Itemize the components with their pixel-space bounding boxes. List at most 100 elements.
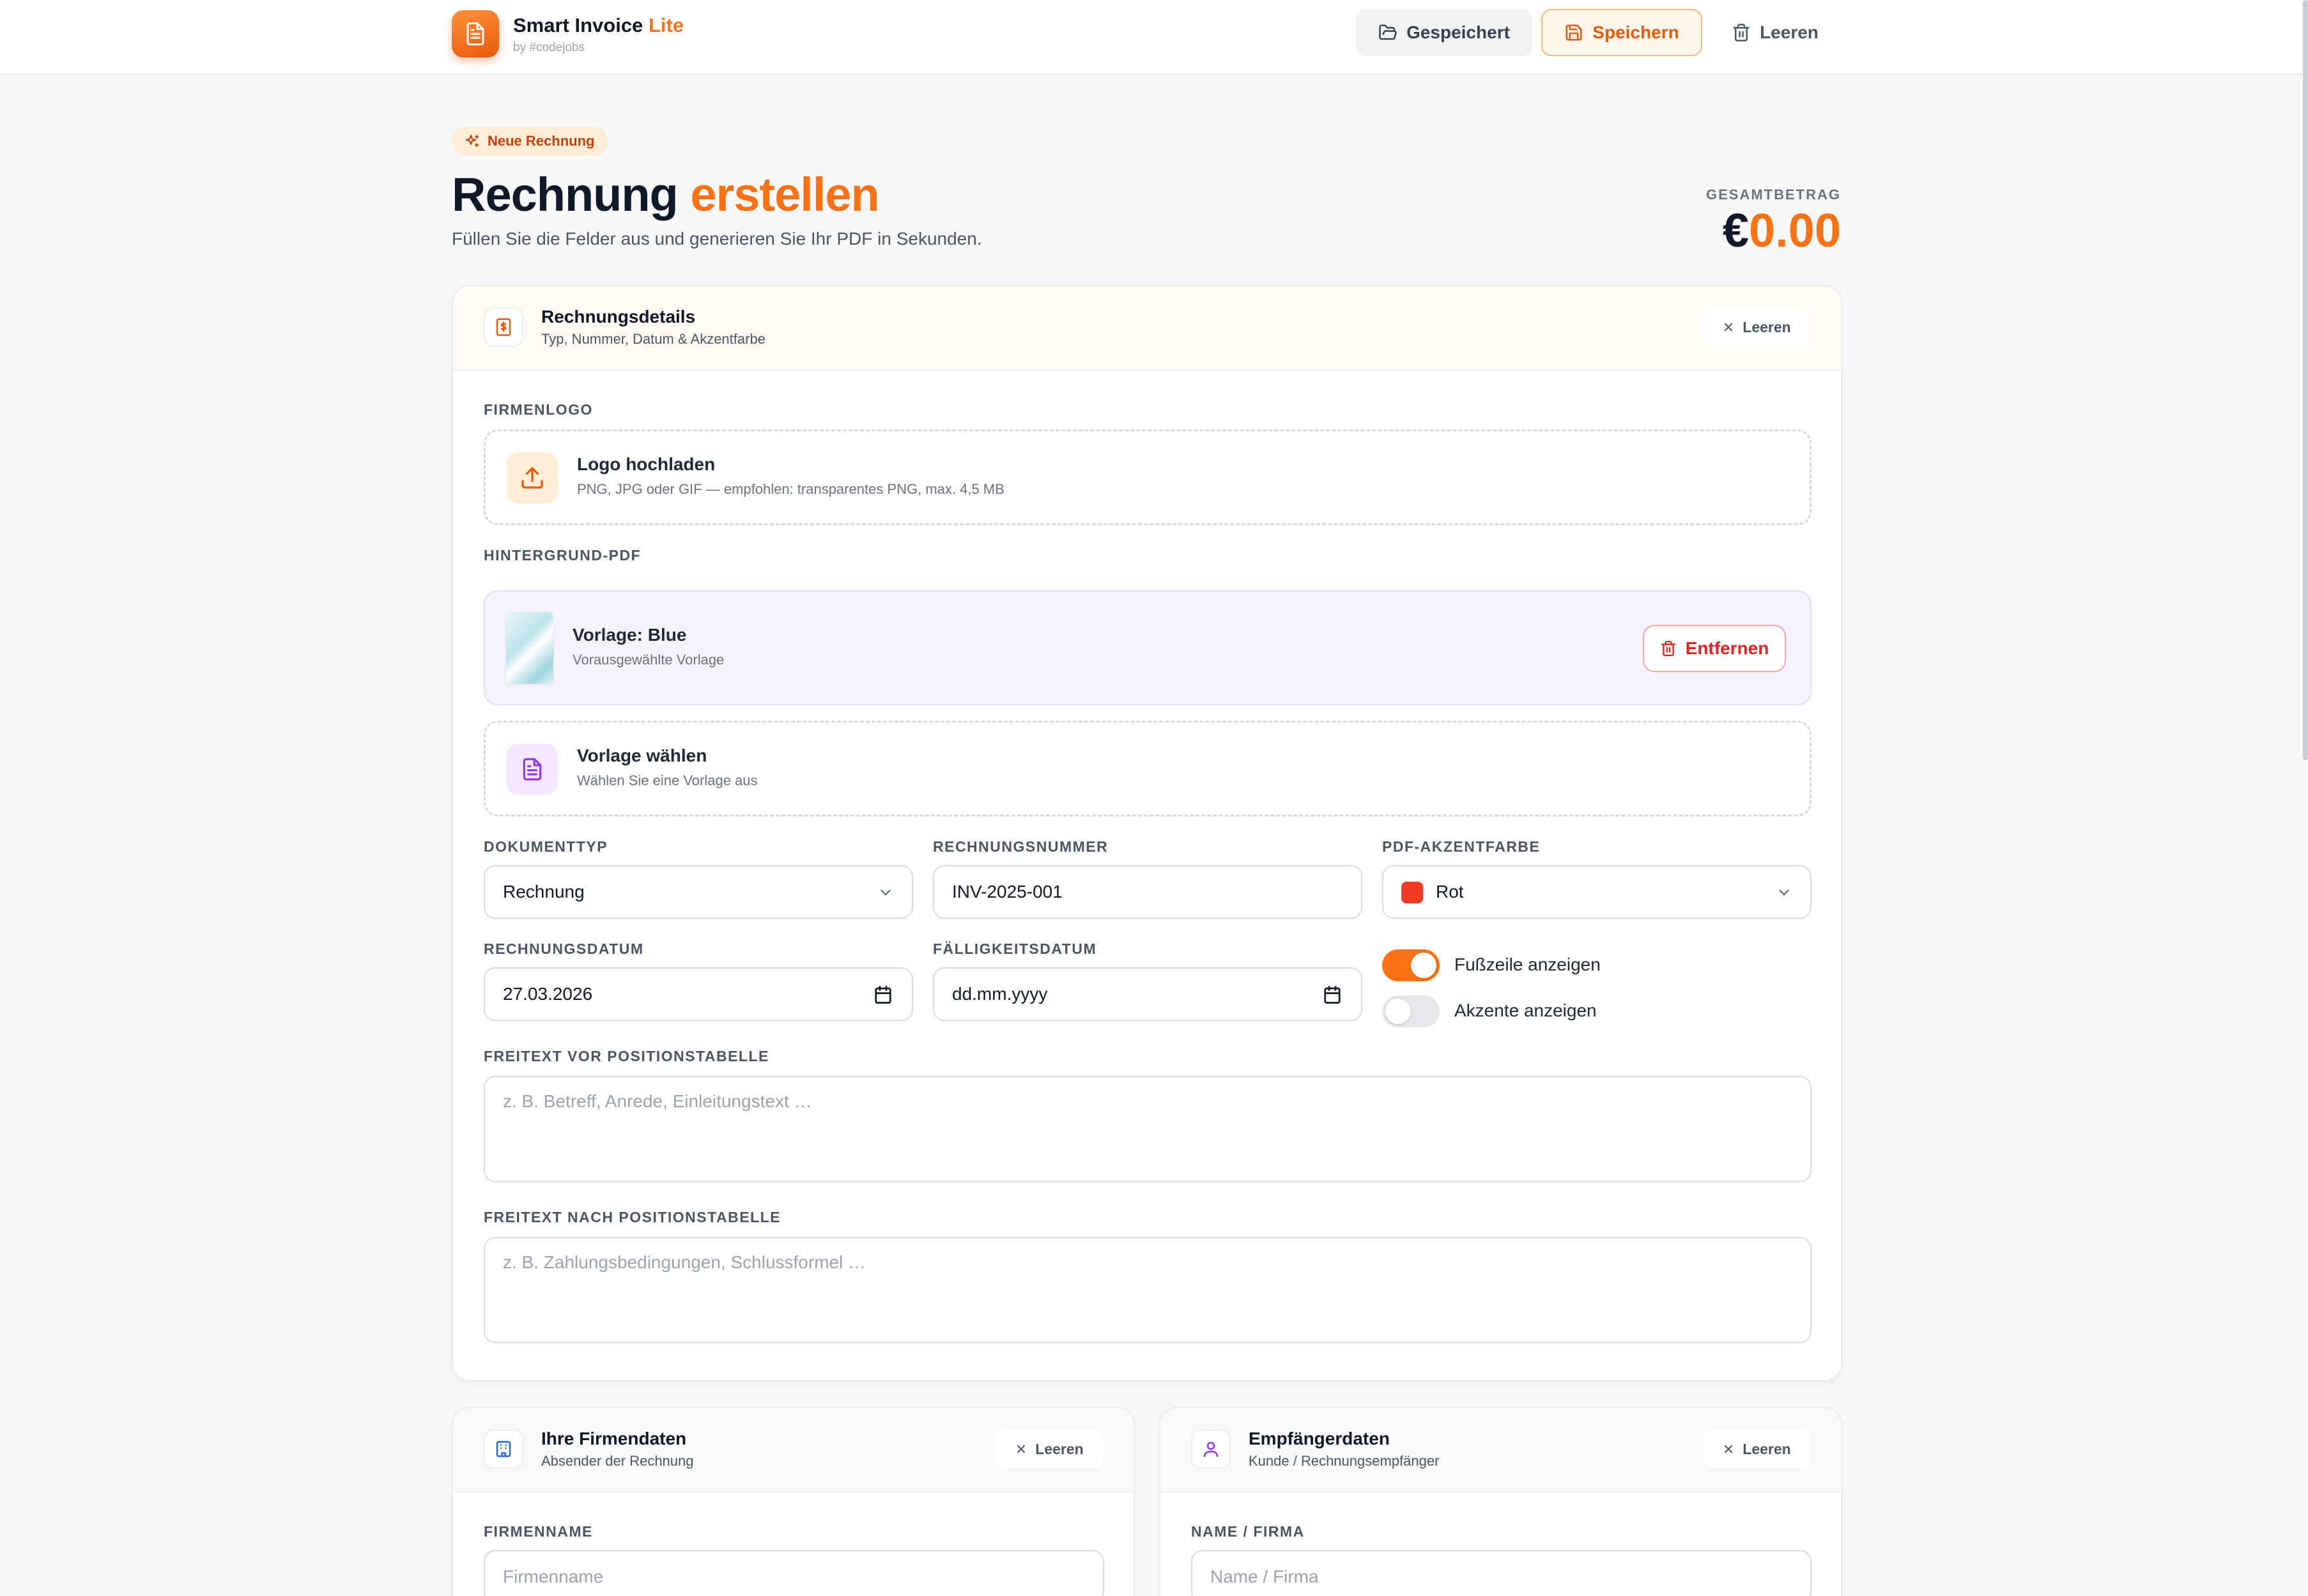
trash-icon — [1661, 640, 1675, 657]
choose-template-title: Vorlage wählen — [577, 746, 707, 765]
accents-toggle-knob — [1385, 999, 1411, 1024]
save-button-label: Speichern — [1592, 22, 1679, 42]
invoice-date-label: RECHNUNGSDATUM — [484, 940, 644, 957]
footer-toggle[interactable] — [1382, 949, 1440, 981]
clear-company-button[interactable]: Leeren — [996, 1430, 1103, 1468]
choose-template-subtitle: Wählen Sie eine Vorlage aus — [577, 772, 758, 788]
calendar-icon — [1324, 986, 1341, 1004]
save-button[interactable]: Speichern — [1541, 9, 1702, 56]
accent-color-label: PDF-AKZENTFARBE — [1382, 838, 1541, 855]
due-date-placeholder: dd.mm.yyyy — [952, 984, 1048, 1004]
doctype-label: DOKUMENTTYP — [484, 838, 608, 855]
accent-color-value: Rot — [1436, 882, 1464, 902]
template-thumbnail — [506, 612, 553, 684]
remove-template-label: Entfernen — [1685, 638, 1769, 658]
new-invoice-badge-label: Neue Rechnung — [488, 133, 595, 149]
company-name-label: FIRMENNAME — [484, 1523, 593, 1540]
trash-icon — [1733, 24, 1750, 42]
invoice-details-title: Rechnungsdetails — [541, 307, 696, 326]
clear-all-button[interactable]: Leeren — [1724, 9, 1826, 56]
close-icon — [1017, 1445, 1026, 1453]
calendar-icon — [875, 986, 891, 1004]
page-title: Rechnung erstellen — [452, 168, 880, 221]
recipient-card: Empfängerdaten Kunde / Rechnungsempfänge… — [1159, 1407, 1842, 1596]
clear-recipient-button[interactable]: Leeren — [1703, 1430, 1810, 1468]
company-card: Ihre Firmendaten Absender der Rechnung L… — [452, 1407, 1135, 1596]
pre-text-textarea[interactable]: z. B. Betreff, Anrede, Einleitungstext … — [484, 1076, 1812, 1182]
invoice-number-value: INV-2025-001 — [952, 882, 1063, 902]
due-date-label: FÄLLIGKEITSDATUM — [933, 940, 1097, 957]
document-icon — [507, 744, 558, 795]
saved-button[interactable]: Gespeichert — [1356, 9, 1532, 56]
recipient-name-input[interactable]: Name / Firma — [1191, 1550, 1812, 1596]
invoice-date-input[interactable]: 27.03.2026 — [484, 967, 913, 1021]
accent-color-select[interactable]: Rot — [1382, 865, 1812, 919]
template-subtitle: Vorausgewählte Vorlage — [573, 652, 725, 668]
total-currency: € — [1722, 204, 1749, 257]
total-amount-value: 0.00 — [1748, 204, 1841, 257]
company-header: Ihre Firmendaten Absender der Rechnung L… — [453, 1408, 1134, 1492]
pre-text-label: FREITEXT VOR POSITIONSTABELLE — [484, 1048, 769, 1064]
background-pdf-label: HINTERGRUND-PDF — [484, 547, 642, 564]
template-title: Vorlage: Blue — [573, 625, 687, 645]
logo-upload-hint: PNG, JPG oder GIF — empfohlen: transpare… — [577, 481, 1004, 497]
company-subtitle: Absender der Rechnung — [541, 1453, 694, 1469]
page-title-accent: erstellen — [690, 168, 879, 221]
invoice-number-label: RECHNUNGSNUMMER — [933, 838, 1109, 855]
footer-toggle-knob — [1411, 953, 1436, 978]
app-byline: by #codejobs — [513, 41, 585, 54]
doctype-value: Rechnung — [503, 882, 585, 902]
page-scrollbar[interactable] — [2303, 0, 2308, 760]
recipient-header: Empfängerdaten Kunde / Rechnungsempfänge… — [1160, 1408, 1841, 1492]
post-text-textarea[interactable]: z. B. Zahlungsbedingungen, Schlussformel… — [484, 1237, 1812, 1343]
accent-color-swatch — [1401, 882, 1423, 903]
clear-details-label: Leeren — [1743, 318, 1791, 335]
recipient-subtitle: Kunde / Rechnungsempfänger — [1249, 1453, 1440, 1469]
clear-details-button[interactable]: Leeren — [1703, 308, 1810, 346]
invoice-details-subtitle: Typ, Nummer, Datum & Akzentfarbe — [541, 331, 765, 347]
due-date-input[interactable]: dd.mm.yyyy — [933, 967, 1362, 1021]
chevron-down-icon — [881, 889, 891, 896]
logo-label: FIRMENLOGO — [484, 401, 593, 418]
top-bar: Smart Invoice Lite by #codejobs Gespeich… — [0, 0, 2308, 75]
recipient-name-placeholder: Name / Firma — [1210, 1567, 1319, 1586]
post-text-placeholder: z. B. Zahlungsbedingungen, Schlussformel… — [503, 1252, 866, 1272]
invoice-details-header: Rechnungsdetails Typ, Nummer, Datum & Ak… — [453, 286, 1841, 371]
post-text-label: FREITEXT NACH POSITIONSTABELLE — [484, 1209, 781, 1225]
clear-recipient-label: Leeren — [1743, 1440, 1791, 1457]
remove-template-button[interactable]: Entfernen — [1643, 625, 1786, 672]
company-name-input[interactable]: Firmenname — [484, 1550, 1104, 1596]
sparkles-icon — [466, 135, 479, 147]
footer-toggle-label: Fußzeile anzeigen — [1454, 955, 1601, 974]
upload-icon — [507, 452, 558, 503]
invoice-icon — [484, 307, 523, 347]
logo-upload-title: Logo hochladen — [577, 454, 716, 474]
clear-all-label: Leeren — [1760, 22, 1819, 42]
page-subtitle: Füllen Sie die Felder aus und generieren… — [452, 229, 982, 249]
total-amount: €0.00 — [1723, 203, 1841, 257]
total-label: GESAMTBETRAG — [1706, 187, 1841, 203]
company-name-placeholder: Firmenname — [503, 1567, 604, 1586]
recipient-name-label: NAME / FIRMA — [1191, 1523, 1305, 1540]
invoice-details-card: Rechnungsdetails Typ, Nummer, Datum & Ak… — [452, 285, 1842, 1381]
close-icon — [1725, 1445, 1733, 1453]
selected-template: Vorlage: Blue Vorausgewählte Vorlage Ent… — [484, 590, 1812, 705]
clear-company-label: Leeren — [1035, 1440, 1084, 1457]
doctype-select[interactable]: Rechnung — [484, 865, 913, 919]
building-icon — [484, 1429, 523, 1469]
accents-toggle[interactable] — [1382, 995, 1440, 1027]
new-invoice-badge: Neue Rechnung — [452, 127, 609, 156]
invoice-number-input[interactable]: INV-2025-001 — [933, 865, 1362, 919]
folder-open-icon — [1379, 24, 1397, 40]
accents-toggle-label: Akzente anzeigen — [1454, 1001, 1597, 1020]
app-logo-icon — [452, 10, 499, 58]
recipient-title: Empfängerdaten — [1249, 1429, 1390, 1448]
choose-template-dropzone[interactable]: Vorlage wählen Wählen Sie eine Vorlage a… — [484, 721, 1812, 817]
logo-upload-dropzone[interactable]: Logo hochladen PNG, JPG oder GIF — empfo… — [484, 429, 1812, 525]
chevron-down-icon — [1779, 889, 1789, 896]
save-icon — [1566, 24, 1582, 41]
saved-button-label: Gespeichert — [1406, 22, 1510, 42]
user-icon — [1191, 1429, 1231, 1469]
pre-text-placeholder: z. B. Betreff, Anrede, Einleitungstext … — [503, 1091, 812, 1111]
app-name-accent: Lite — [648, 14, 684, 36]
